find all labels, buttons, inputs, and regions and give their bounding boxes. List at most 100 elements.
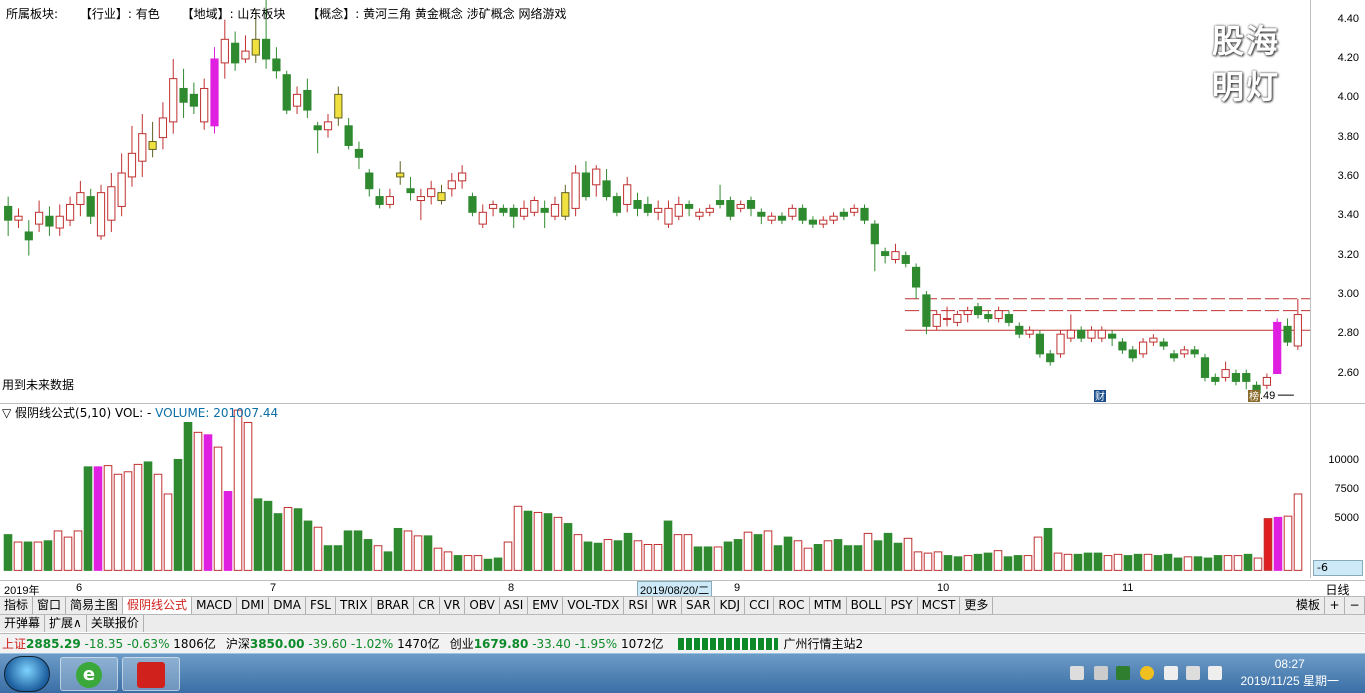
sh-index[interactable]: 上证2885.29 -18.35 -0.63% 1806亿 xyxy=(2,635,216,652)
tray-usb-icon[interactable] xyxy=(1094,666,1108,680)
candle-body xyxy=(261,38,271,60)
volume-bar xyxy=(393,527,403,571)
volume-bar xyxy=(973,553,983,571)
price-axis-label: 4.20 xyxy=(1337,51,1359,64)
tab-indicator[interactable]: FSL xyxy=(306,597,336,614)
volume-chart[interactable] xyxy=(0,404,1310,579)
tab-indicator[interactable]: VOL-TDX xyxy=(563,597,625,614)
candle-body xyxy=(1221,369,1230,378)
volume-bar xyxy=(543,513,553,571)
volume-bar xyxy=(983,552,993,571)
tab-indicator[interactable]: CR xyxy=(414,597,440,614)
volume-bar xyxy=(603,539,613,571)
sz-index[interactable]: 沪深3850.00 -39.60 -1.02% 1470亿 xyxy=(226,635,440,652)
tab-indicator[interactable]: ROC xyxy=(774,597,810,614)
tab-indicator[interactable]: SAR xyxy=(682,597,716,614)
price-chart-panel[interactable]: 2.49 财榜 所属板块: 【行业】: 有色 【地域】: 山东板块 【概念】: 黄… xyxy=(0,0,1310,403)
volume-bar xyxy=(1263,518,1273,571)
tab-indicator[interactable]: DMA xyxy=(269,597,306,614)
candle-body xyxy=(148,141,157,150)
volume-bar xyxy=(913,551,923,571)
tab-indicator[interactable]: 更多 xyxy=(960,597,994,614)
tab-indicator[interactable]: RSI xyxy=(624,597,653,614)
volume-bar xyxy=(493,557,503,571)
candle-body xyxy=(767,215,776,221)
volume-bar xyxy=(723,541,733,571)
tab-indicator[interactable]: CCI xyxy=(745,597,775,614)
candle-body xyxy=(1035,333,1045,355)
tray-plus-icon[interactable] xyxy=(1140,666,1154,680)
volume-bar xyxy=(1143,553,1153,571)
tray-network-icon[interactable] xyxy=(1186,666,1200,680)
price-axis-label: 4.40 xyxy=(1337,12,1359,25)
tab-indicator[interactable]: EMV xyxy=(528,597,564,614)
candle-body xyxy=(354,148,364,158)
tab-indicator[interactable]: TRIX xyxy=(336,597,373,614)
tab-related-quote[interactable]: 关联报价 xyxy=(87,615,144,632)
candle-body xyxy=(1108,333,1117,339)
candle-body xyxy=(1056,333,1065,355)
candle-body xyxy=(231,42,240,64)
candle-body xyxy=(726,200,735,217)
candle-body xyxy=(1283,325,1292,343)
tab-indicator[interactable]: MCST xyxy=(918,597,961,614)
volume-bar xyxy=(573,534,583,571)
formula-name[interactable]: ▽ 假阴线公式(5,10) xyxy=(2,406,111,420)
tab-indicator[interactable]: WR xyxy=(653,597,683,614)
volume-bar xyxy=(443,551,453,571)
volume-bar xyxy=(1223,555,1233,571)
candle-body xyxy=(530,200,539,213)
zoom-in-button[interactable]: + xyxy=(1325,597,1345,614)
tray-volume-icon[interactable] xyxy=(1208,666,1222,680)
kline-chart[interactable]: 2.49财榜 xyxy=(0,0,1310,403)
tab-indicator[interactable]: BOLL xyxy=(847,597,887,614)
tab-indicator[interactable]: MACD xyxy=(192,597,238,614)
tab-expand[interactable]: 扩展∧ xyxy=(45,615,87,632)
zoom-out-button[interactable]: − xyxy=(1345,597,1365,614)
tray-signal-icon[interactable] xyxy=(1164,666,1178,680)
volume-bar xyxy=(923,552,933,571)
tab-indicator[interactable]: VR xyxy=(440,597,466,614)
volume-bar xyxy=(403,530,413,571)
tab-indicator[interactable]: BRAR xyxy=(372,597,415,614)
price-axis-label: 2.60 xyxy=(1337,366,1359,379)
tab-indicator[interactable]: KDJ xyxy=(715,597,746,614)
volume-bar xyxy=(183,421,193,571)
tray-shield-icon[interactable] xyxy=(1116,666,1130,680)
tab-template[interactable]: 模板 xyxy=(1292,597,1325,614)
tab-indicator[interactable]: 假阴线公式 xyxy=(123,597,193,614)
period-selector[interactable]: 日线 xyxy=(1310,580,1365,597)
tab-indicator[interactable]: MTM xyxy=(810,597,847,614)
volume-bar xyxy=(683,534,693,571)
volume-bar xyxy=(223,491,233,571)
tab-indicator[interactable]: ASI xyxy=(500,597,529,614)
volume-bar xyxy=(383,551,393,571)
tab-danmu[interactable]: 开弹幕 xyxy=(0,615,46,632)
candle-body xyxy=(550,203,560,217)
tab-indicator[interactable]: 简易主图 xyxy=(66,597,124,614)
volume-bar xyxy=(133,463,143,571)
tab-indicator[interactable]: PSY xyxy=(886,597,918,614)
volume-bar xyxy=(933,551,943,571)
volume-chart-panel[interactable] xyxy=(0,403,1310,578)
windows-taskbar: e 08:27 2019/11/25 星期一 xyxy=(0,653,1365,693)
start-button[interactable] xyxy=(4,656,50,692)
ie-app-icon[interactable]: e xyxy=(60,657,118,691)
taskbar-clock[interactable]: 08:27 2019/11/25 星期一 xyxy=(1240,656,1339,690)
volume-bar xyxy=(1243,553,1253,571)
candle-body xyxy=(396,172,405,178)
tab-indicator[interactable]: OBV xyxy=(465,597,500,614)
tab-indicator[interactable]: 窗口 xyxy=(33,597,67,614)
volume-bar xyxy=(593,542,603,571)
volume-bar xyxy=(3,534,13,571)
tab-indicator[interactable]: 指标 xyxy=(0,597,34,614)
volume-bar xyxy=(253,498,263,571)
cy-index[interactable]: 创业1679.80 -33.40 -1.95% 1072亿 xyxy=(450,635,664,652)
tray-arrow-icon[interactable] xyxy=(1070,666,1084,680)
volume-bar xyxy=(1233,555,1243,571)
tab-indicator[interactable]: DMI xyxy=(237,597,270,614)
server-name[interactable]: 广州行情主站2 xyxy=(784,635,864,652)
volume-bar xyxy=(73,530,83,571)
stock-app-icon[interactable] xyxy=(122,657,180,691)
volume-bar xyxy=(173,458,183,571)
